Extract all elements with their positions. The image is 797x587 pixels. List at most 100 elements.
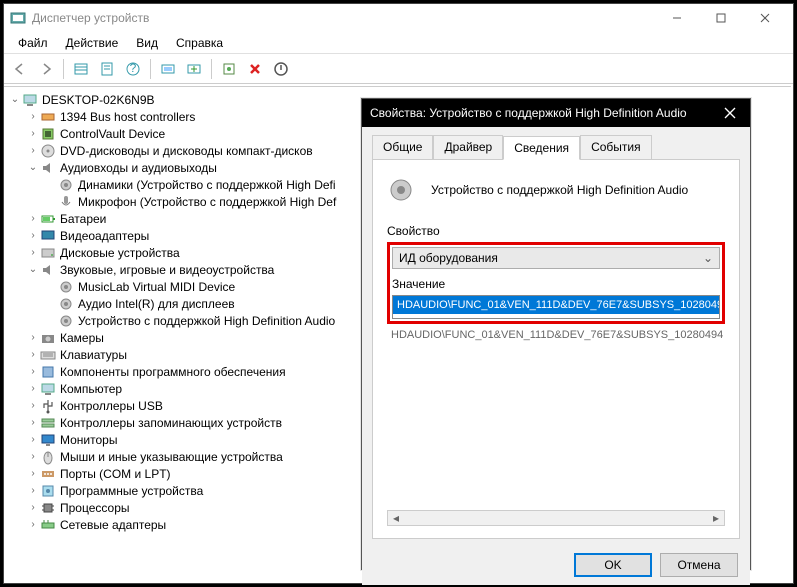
tree-item-label: Сетевые адаптеры (60, 518, 166, 532)
value-item-second[interactable]: HDAUDIO\FUNC_01&VEN_111D&DEV_76E7&SUBSYS… (387, 328, 725, 342)
property-label: Свойство (387, 224, 725, 238)
monitor-icon (40, 432, 56, 448)
highlight-annotation: ИД оборудования ⌄ Значение HDAUDIO\FUNC_… (387, 242, 725, 324)
value-label: Значение (392, 277, 720, 291)
drive-icon (40, 245, 56, 261)
softdev-icon (40, 483, 56, 499)
tree-item-label: Компоненты программного обеспечения (60, 365, 286, 379)
expander-icon[interactable]: › (26, 434, 40, 445)
disable-icon[interactable] (269, 57, 293, 81)
properties-icon[interactable] (95, 57, 119, 81)
tree-item-label: Батареи (60, 212, 106, 226)
expander-icon[interactable]: › (26, 400, 40, 411)
horizontal-scrollbar[interactable]: ◂ ▸ (387, 510, 725, 526)
expander-icon[interactable]: › (26, 468, 40, 479)
maximize-button[interactable] (699, 4, 743, 32)
expander-icon[interactable]: › (26, 451, 40, 462)
value-listbox[interactable]: HDAUDIO\FUNC_01&VEN_111D&DEV_76E7&SUBSYS… (392, 295, 720, 319)
update-icon[interactable] (182, 57, 206, 81)
chevron-down-icon: ⌄ (703, 251, 713, 265)
tab-events[interactable]: События (580, 135, 652, 159)
expander-icon[interactable]: › (26, 213, 40, 224)
update-driver-icon[interactable] (217, 57, 241, 81)
expander-icon[interactable]: › (26, 332, 40, 343)
battery-icon (40, 211, 56, 227)
speaker-icon (58, 279, 74, 295)
tree-item-label: Контроллеры запоминающих устройств (60, 416, 282, 430)
tree-root-label: DESKTOP-02K6N9B (42, 93, 155, 107)
tab-driver[interactable]: Драйвер (433, 135, 503, 159)
storagectl-icon (40, 415, 56, 431)
forward-button[interactable] (34, 57, 58, 81)
computer-icon (40, 381, 56, 397)
minimize-button[interactable] (655, 4, 699, 32)
tree-item-label: Порты (COM и LPT) (60, 467, 171, 481)
toolbar: ? (4, 54, 793, 84)
mic-icon (58, 194, 74, 210)
value-item-selected[interactable]: HDAUDIO\FUNC_01&VEN_111D&DEV_76E7&SUBSYS… (393, 296, 719, 314)
expander-icon[interactable]: › (26, 349, 40, 360)
menu-file[interactable]: Файл (10, 34, 56, 52)
menu-help[interactable]: Справка (168, 34, 231, 52)
tree-item-label: Программные устройства (60, 484, 203, 498)
expander-icon[interactable]: › (26, 383, 40, 394)
expander-icon[interactable]: › (26, 417, 40, 428)
audio-icon (40, 262, 56, 278)
dialog-titlebar: Свойства: Устройство с поддержкой High D… (362, 99, 750, 127)
tree-item-label: Видеоадаптеры (60, 229, 149, 243)
tree-item-label: Аудиовходы и аудиовыходы (60, 161, 217, 175)
tab-details[interactable]: Сведения (503, 136, 580, 160)
display-icon (40, 228, 56, 244)
speaker-icon (58, 177, 74, 193)
svg-text:?: ? (130, 61, 137, 75)
uninstall-icon[interactable] (243, 57, 267, 81)
disc-icon (40, 143, 56, 159)
cpu-icon (40, 500, 56, 516)
expander-icon[interactable]: › (26, 485, 40, 496)
expander-icon[interactable]: ⌄ (26, 264, 40, 275)
expander-icon[interactable]: › (26, 145, 40, 156)
expander-icon[interactable]: ⌄ (8, 94, 22, 105)
tree-item-label: MusicLab Virtual MIDI Device (78, 280, 235, 294)
tree-item-label: Динамики (Устройство с поддержкой High D… (78, 178, 336, 192)
tab-general[interactable]: Общие (372, 135, 433, 159)
device-name-label: Устройство с поддержкой High Definition … (431, 183, 688, 197)
expander-icon[interactable]: › (26, 247, 40, 258)
expander-icon[interactable]: › (26, 519, 40, 530)
back-button[interactable] (8, 57, 32, 81)
expander-icon[interactable]: › (26, 502, 40, 513)
scroll-left-icon[interactable]: ◂ (388, 511, 404, 525)
expander-icon[interactable]: › (26, 366, 40, 377)
bus-icon (40, 109, 56, 125)
help-icon[interactable]: ? (121, 57, 145, 81)
tree-item-label: Процессоры (60, 501, 130, 515)
menu-action[interactable]: Действие (58, 34, 127, 52)
mouse-icon (40, 449, 56, 465)
speaker-icon (58, 313, 74, 329)
computer-icon (22, 92, 38, 108)
close-button[interactable] (743, 4, 787, 32)
tree-item-label: DVD-дисководы и дисководы компакт-дисков (60, 144, 313, 158)
scan-icon[interactable] (156, 57, 180, 81)
tree-item-label: Мониторы (60, 433, 117, 447)
dialog-footer: OK Отмена (362, 545, 750, 585)
tree-item-label: Клавиатуры (60, 348, 127, 362)
property-dropdown[interactable]: ИД оборудования ⌄ (392, 247, 720, 269)
dialog-close-button[interactable] (718, 107, 742, 119)
tree-item-label: Дисковые устройства (60, 246, 180, 260)
net-icon (40, 517, 56, 533)
menu-view[interactable]: Вид (128, 34, 166, 52)
expander-icon[interactable]: › (26, 128, 40, 139)
expander-icon[interactable]: › (26, 111, 40, 122)
expander-icon[interactable]: › (26, 230, 40, 241)
expander-icon[interactable]: ⌄ (26, 162, 40, 173)
scroll-right-icon[interactable]: ▸ (708, 511, 724, 525)
speaker-icon (58, 296, 74, 312)
cancel-button[interactable]: Отмена (660, 553, 738, 577)
show-hidden-icon[interactable] (69, 57, 93, 81)
tree-item-label: Контроллеры USB (60, 399, 163, 413)
menubar: Файл Действие Вид Справка (4, 32, 793, 54)
tree-item-label: Аудио Intel(R) для дисплеев (78, 297, 235, 311)
app-icon (10, 10, 26, 26)
ok-button[interactable]: OK (574, 553, 652, 577)
